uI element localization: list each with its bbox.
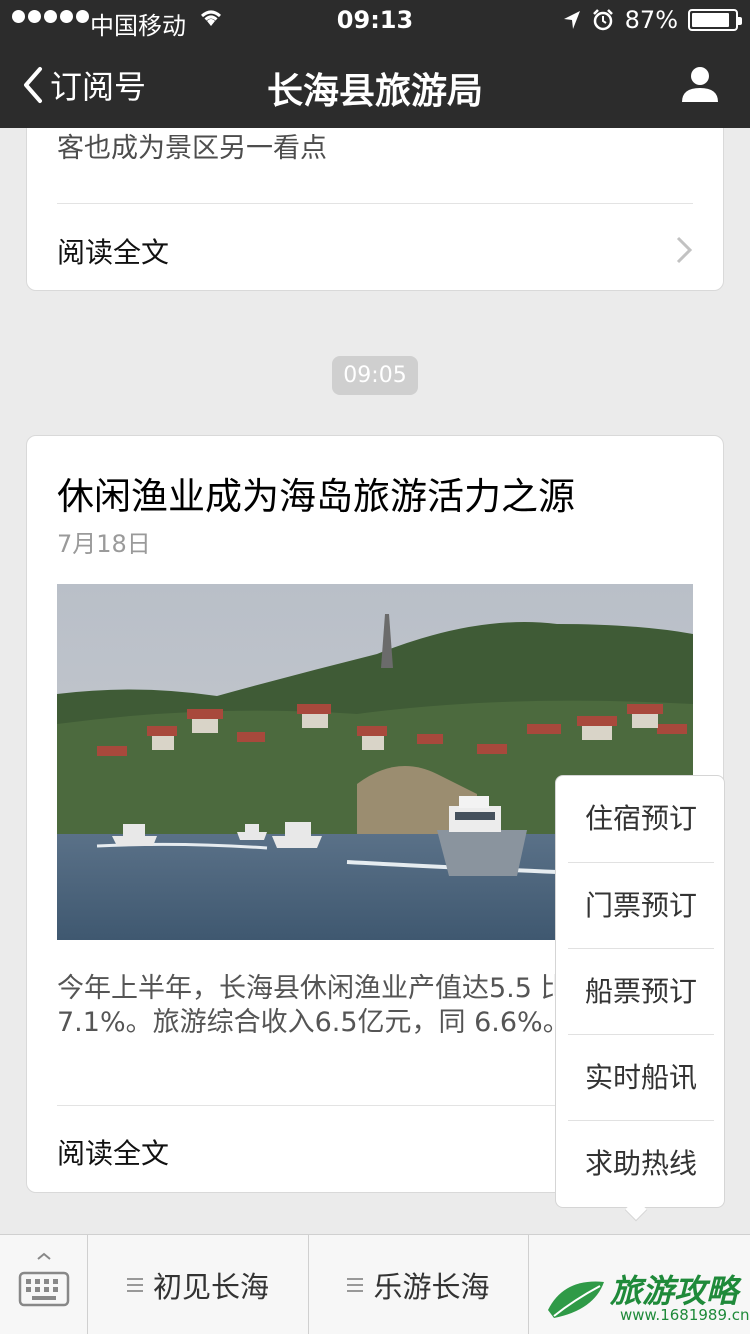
battery-percent: 87% <box>624 6 678 34</box>
menu-tab-enjoy-travel[interactable]: 乐游长海 <box>309 1235 529 1334</box>
leaf-logo-icon <box>548 1281 604 1318</box>
menu-item-help-hotline[interactable]: 求助热线 <box>568 1121 714 1207</box>
article-excerpt: 客也成为景区另一看点 <box>57 133 327 164</box>
page-title: 长海县旅游局 <box>266 71 483 112</box>
person-icon[interactable] <box>680 64 720 104</box>
battery-icon <box>688 9 742 31</box>
popup-submenu: 住宿预订 门票预订 船票预订 实时船讯 求助热线 <box>555 775 725 1208</box>
menu-item-ship-status[interactable]: 实时船讯 <box>568 1035 714 1121</box>
read-more-link[interactable]: 阅读全文 <box>57 231 693 271</box>
article-date: 7月18日 <box>57 530 151 558</box>
navigation-bar: 订阅号 长海县旅游局 <box>0 40 750 128</box>
menu-item-ticket-booking[interactable]: 门票预订 <box>568 863 714 949</box>
menu-tab-label: 乐游长海 <box>373 1270 490 1304</box>
read-more-label: 阅读全文 <box>57 1137 170 1170</box>
watermark: 旅游攻略 www.1681989.cn <box>540 1262 750 1334</box>
menu-tab-first-glimpse[interactable]: 初见长海 <box>88 1235 309 1334</box>
status-right-group: 87% <box>563 6 742 34</box>
location-arrow-icon <box>563 11 580 29</box>
article-title: 休闲渔业成为海岛旅游活力之源 <box>57 475 575 518</box>
status-bar: 中国移动 09:13 87% <box>0 0 750 40</box>
read-more-label: 阅读全文 <box>57 236 170 269</box>
menu-item-ferry-booking[interactable]: 船票预订 <box>568 949 714 1035</box>
keyboard-toggle-button[interactable] <box>0 1235 88 1334</box>
list-icon <box>126 1278 143 1292</box>
watermark-url: www.1681989.cn <box>620 1306 750 1324</box>
alarm-icon <box>592 9 613 31</box>
message-timestamp: 09:05 <box>332 356 418 395</box>
chevron-right-icon <box>676 236 693 264</box>
list-icon <box>347 1278 364 1292</box>
divider <box>57 203 693 204</box>
keyboard-icon <box>18 1252 70 1307</box>
menu-tab-label: 初见长海 <box>152 1270 269 1304</box>
battery-fill <box>692 13 729 27</box>
menu-item-hotel-booking[interactable]: 住宿预订 <box>568 776 714 862</box>
top-bar: 中国移动 09:13 87% 订阅号 长海县旅游局 <box>0 0 750 128</box>
